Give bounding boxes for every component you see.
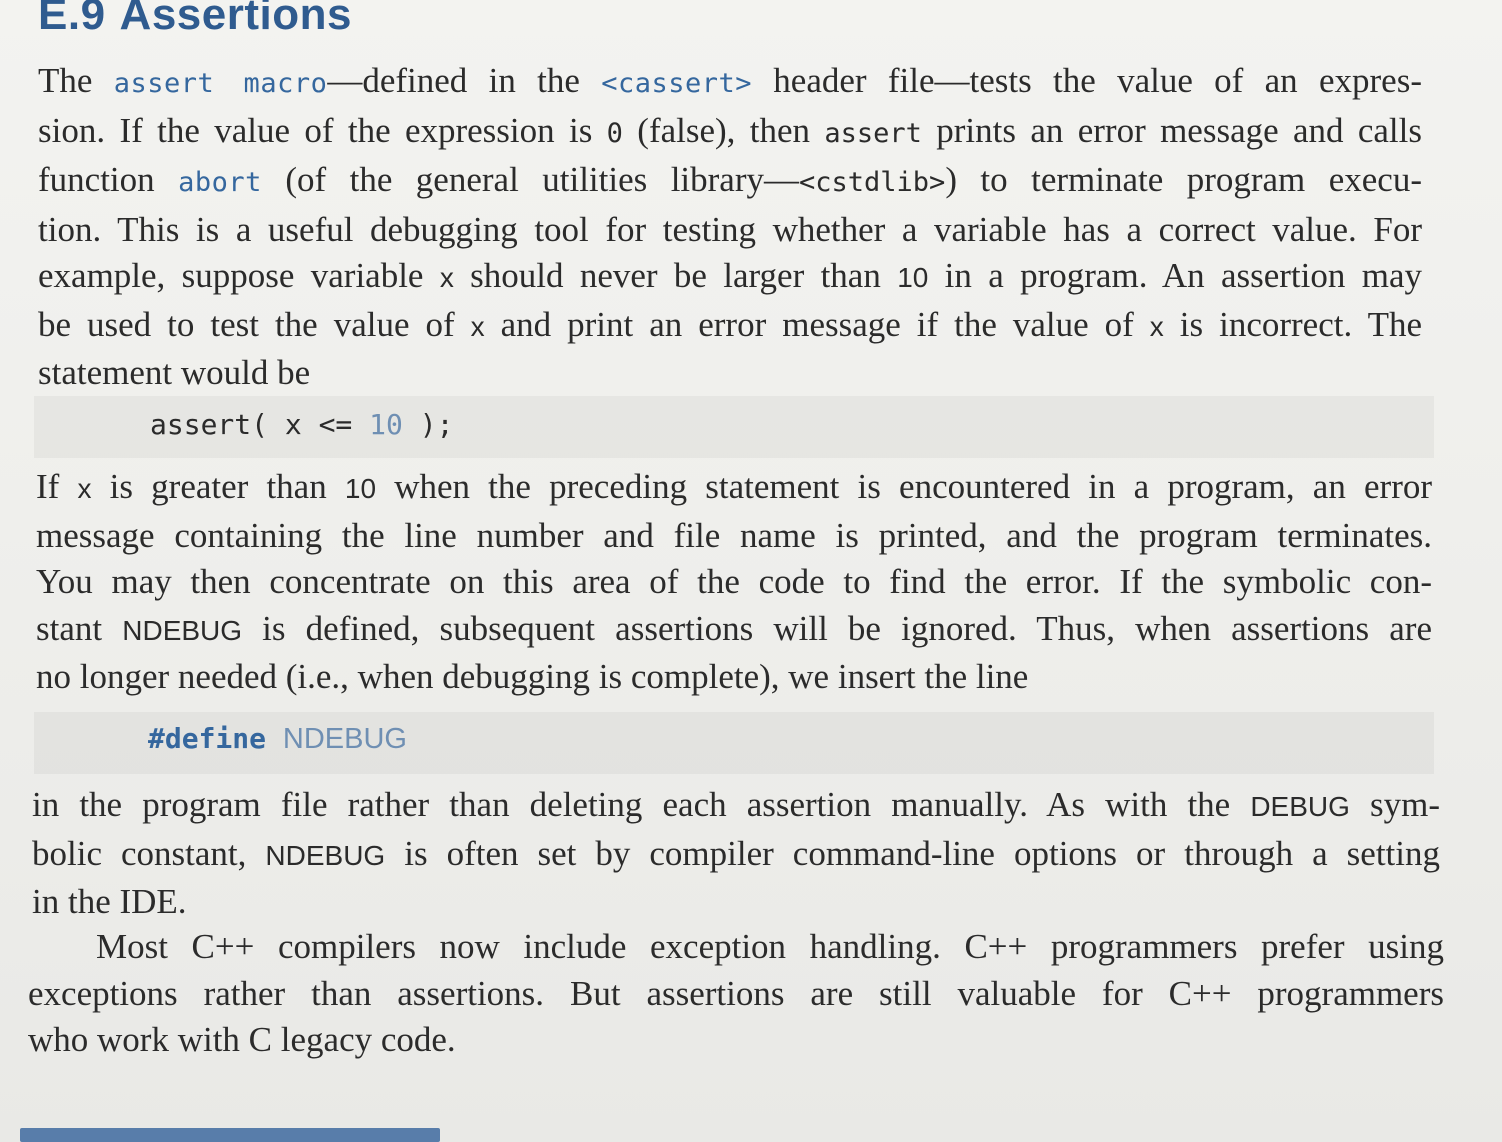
code-define-statement: #define NDEBUG	[148, 722, 407, 756]
book-page: E.9 Assertions The assert macro—defined i…	[0, 0, 1502, 1142]
text-line: be used to test the value of x and print…	[38, 304, 1422, 344]
text-line: example, suppose variable x should never…	[38, 256, 1422, 295]
text-line: in the IDE.	[32, 882, 187, 921]
text-line: no longer needed (i.e., when debugging i…	[36, 657, 1029, 696]
next-section-heading-fragment	[20, 1128, 440, 1142]
var-x: x	[470, 310, 485, 342]
assert-code: assert	[824, 117, 922, 149]
text-line: tion. This is a useful debugging tool fo…	[38, 209, 1422, 249]
var-x: x	[439, 262, 454, 293]
text-line: sion. If the value of the expression is …	[38, 110, 1422, 150]
assert-macro-term: assert macro	[113, 68, 328, 99]
cstdlib-header: <cstdlib>	[799, 167, 946, 198]
ndebug-constant: NDEBUG	[122, 614, 243, 646]
text-line: function abort (of the general utilities…	[38, 160, 1422, 199]
section-number: E.9	[38, 0, 106, 39]
text-line: bolic constant, NDEBUG is often set by c…	[32, 833, 1440, 873]
text-line: exceptions rather than assertions. But a…	[28, 973, 1444, 1013]
cassert-header: <cassert>	[601, 68, 752, 99]
code-literal: 10	[369, 408, 403, 441]
text-line: stant NDEBUG is defined, subsequent asse…	[36, 608, 1432, 648]
text-line: message containing the line number and f…	[36, 515, 1432, 555]
literal-ten: 10	[344, 473, 377, 504]
paragraph-explanation: If x is greater than 10 when the precedi…	[36, 464, 1432, 701]
ndebug-constant: NDEBUG	[265, 839, 386, 871]
text-line: statement would be	[38, 353, 311, 392]
text-line: Most C++ compilers now include exception…	[96, 927, 1444, 966]
text-line: If x is greater than 10 when the precedi…	[36, 467, 1433, 506]
zero-literal: 0	[606, 117, 623, 149]
text-line: who work with C legacy code.	[28, 1020, 456, 1059]
preprocessor-directive: #define	[148, 722, 267, 755]
ndebug-identifier: NDEBUG	[282, 723, 407, 755]
code-assert-statement: assert( x <= 10 );	[150, 408, 454, 441]
literal-ten: 10	[897, 262, 929, 293]
var-x: x	[1149, 310, 1164, 342]
section-heading: E.9 Assertions	[38, 0, 352, 40]
abort-function: abort	[178, 167, 262, 198]
debug-constant: DEBUG	[1250, 791, 1350, 822]
var-x: x	[77, 473, 92, 504]
section-title: Assertions	[119, 0, 352, 39]
paragraph-intro: The assert macro—defined in the <cassert…	[38, 58, 1422, 397]
text-line: in the program file rather than deleting…	[32, 785, 1441, 824]
text-line: The assert macro—defined in the <cassert…	[38, 61, 1422, 100]
paragraph-exceptions: Most C++ compilers now include exception…	[28, 924, 1444, 1064]
paragraph-define-note: in the program file rather than deleting…	[32, 782, 1440, 926]
text-line: You may then concentrate on this area of…	[36, 562, 1432, 601]
